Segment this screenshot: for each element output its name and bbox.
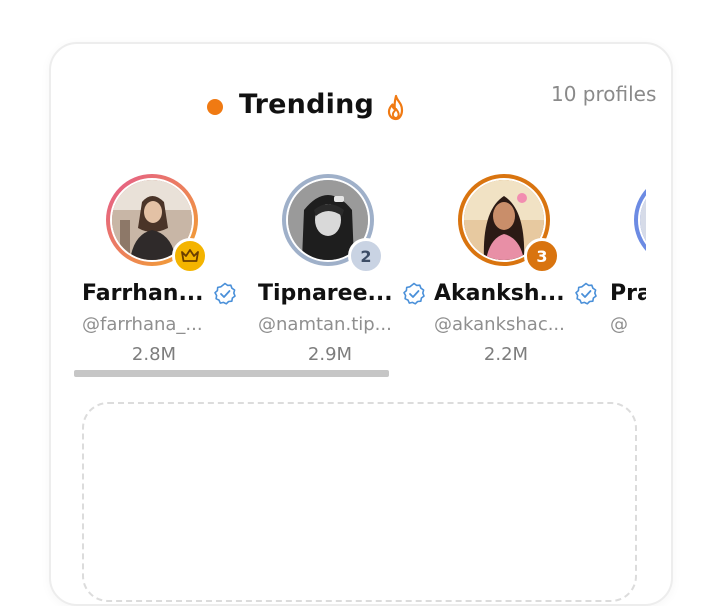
badge-crown (172, 238, 208, 274)
scrollbar-thumb[interactable] (74, 370, 389, 377)
profile-name: Tipnaree... (258, 281, 393, 306)
profile-followers: 2.2M (483, 344, 529, 365)
profile-followers: 2.9M (307, 344, 353, 365)
verified-icon (402, 282, 425, 305)
profile-card[interactable]: Pra @ (602, 168, 646, 368)
profile-count: 10 profiles (551, 82, 657, 106)
profile-name-row: Tipnaree... (258, 281, 426, 306)
profile-card[interactable]: 3 Akanksh... @akankshac... 2.2M (426, 168, 602, 368)
rank-badge: 2 (348, 238, 384, 274)
verified-icon (574, 282, 597, 305)
crown-icon (181, 249, 199, 262)
avatar-photo (640, 180, 646, 260)
section-title: Trending (239, 89, 375, 120)
trending-carousel[interactable]: Farrhan... @farrhana_... 2.8M 2 Tipnaree… (74, 168, 646, 383)
verified-icon (213, 282, 236, 305)
profile-handle: @farrhana_... (82, 314, 203, 335)
empty-placeholder (82, 402, 637, 602)
profile-name: Pra (610, 281, 646, 306)
profile-handle: @ (610, 314, 628, 335)
profile-name: Akanksh... (434, 281, 565, 306)
profile-name: Farrhan... (82, 281, 204, 306)
avatar[interactable] (634, 174, 646, 266)
profile-name-row: Pra (610, 281, 646, 306)
trending-dot (207, 99, 223, 115)
profile-followers: 2.8M (131, 344, 177, 365)
profile-card[interactable]: Farrhan... @farrhana_... 2.8M (74, 168, 250, 368)
profile-card[interactable]: 2 Tipnaree... @namtan.tip... 2.9M (250, 168, 426, 368)
profile-name-row: Farrhan... (82, 281, 237, 306)
rank-badge: 3 (524, 238, 560, 274)
fire-icon (387, 94, 404, 121)
profile-handle: @namtan.tip... (258, 314, 392, 335)
profile-handle: @akankshac... (434, 314, 565, 335)
profile-name-row: Akanksh... (434, 281, 598, 306)
